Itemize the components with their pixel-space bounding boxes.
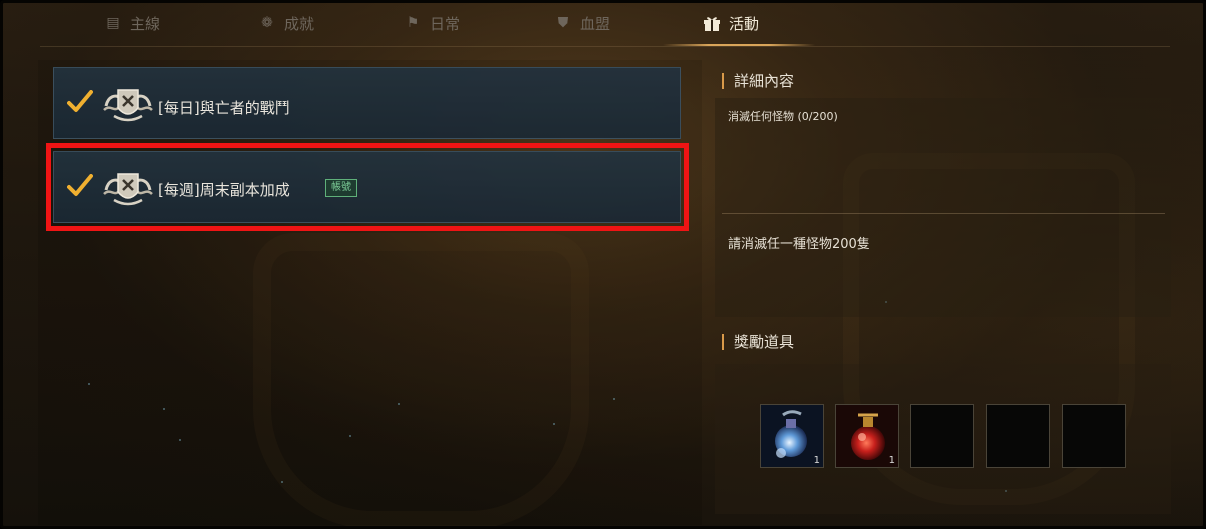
checkmark-icon — [67, 90, 93, 112]
tab-event[interactable]: 活動 — [703, 0, 759, 46]
item-quantity: 1 — [888, 455, 895, 466]
rewards-heading-label: 獎勵道具 — [734, 333, 795, 351]
tab-label: 日常 — [430, 14, 461, 33]
tab-label: 血盟 — [580, 14, 611, 33]
heading-accent-bar — [722, 333, 724, 350]
details-divider — [722, 213, 1165, 214]
quest-item[interactable]: [每日]與亡者的戰鬥 — [53, 67, 681, 139]
tab-main-quest[interactable]: ▤ 主線 — [104, 0, 160, 46]
details-heading: 詳細內容 — [722, 70, 794, 91]
quest-emblem-icon — [103, 89, 153, 122]
details-panel — [715, 98, 1171, 317]
active-tab-indicator — [663, 44, 815, 46]
book-icon: ▤ — [106, 15, 120, 31]
quest-description: 請消滅任一種怪物200隻 — [728, 237, 870, 252]
reward-slot[interactable]: 1 — [835, 404, 899, 468]
reward-slot-empty[interactable] — [1062, 404, 1126, 468]
rewards-heading: 獎勵道具 — [722, 331, 794, 352]
heading-accent-bar — [722, 72, 724, 89]
reward-slot[interactable]: 1 — [760, 404, 824, 468]
item-quantity: 1 — [813, 455, 820, 466]
quest-progress: 消滅任何怪物 (0/200) — [728, 110, 838, 123]
tab-label: 主線 — [130, 14, 161, 33]
quest-title: [每日]與亡者的戰鬥 — [158, 99, 290, 117]
selection-highlight — [46, 143, 689, 231]
reward-slot-empty[interactable] — [986, 404, 1050, 468]
flag-icon: ⚑ — [406, 15, 420, 31]
tab-label: 成就 — [284, 14, 315, 33]
tab-label: 活動 — [729, 14, 760, 33]
details-heading-label: 詳細內容 — [734, 72, 795, 90]
tab-clan[interactable]: ⛊ 血盟 — [554, 0, 610, 46]
tab-achievements[interactable]: ❁ 成就 — [258, 0, 314, 46]
shield-icon: ⛊ — [557, 15, 569, 31]
tab-daily[interactable]: ⚑ 日常 — [404, 0, 460, 46]
gift-icon — [703, 15, 721, 31]
medal-icon: ❁ — [261, 15, 273, 31]
reward-slot-empty[interactable] — [910, 404, 974, 468]
